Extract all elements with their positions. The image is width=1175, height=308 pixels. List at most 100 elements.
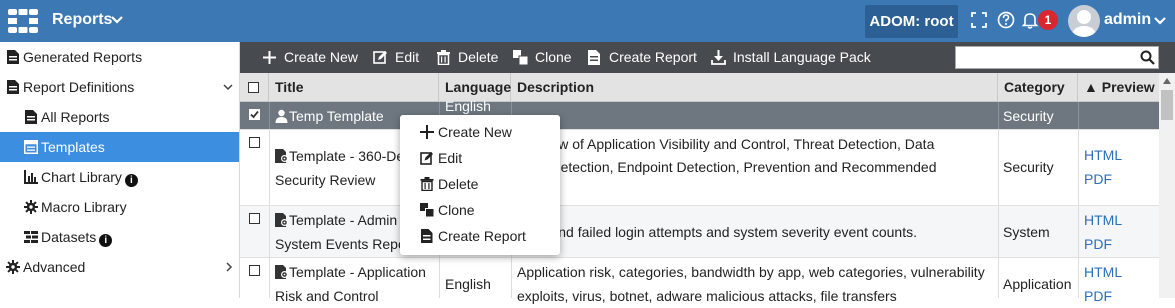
app-title[interactable]: Reports: [52, 11, 112, 29]
sidebar-item-generated-reports[interactable]: Generated Reports: [0, 42, 239, 72]
edit-label: Edit: [395, 49, 420, 65]
template-icon: [24, 140, 38, 154]
table-row[interactable]: Temp Template English Security: [240, 98, 1159, 130]
bell-icon[interactable]: [1021, 10, 1039, 30]
row-category: Application: [1003, 276, 1072, 292]
download-icon: [711, 50, 726, 65]
sidebar-item-datasets[interactable]: Datasets i: [0, 222, 239, 252]
user-menu[interactable]: admin: [1104, 11, 1151, 29]
sidebar-item-advanced[interactable]: Advanced: [0, 252, 239, 282]
sidebar-item-text: Datasets: [41, 229, 97, 245]
column-description[interactable]: Description: [511, 73, 998, 102]
search-icon[interactable]: [1140, 50, 1155, 65]
plus-icon: [263, 51, 276, 64]
sidebar-item-templates[interactable]: Templates: [0, 132, 239, 162]
sidebar-item-macro-library[interactable]: Macro Library: [0, 192, 239, 222]
info-icon[interactable]: i: [124, 174, 138, 187]
sidebar-item-label: Generated Reports: [23, 49, 143, 65]
column-category[interactable]: Category: [998, 73, 1078, 102]
chevron-down-icon[interactable]: [110, 13, 124, 27]
template-gear-icon: [275, 149, 288, 163]
sidebar-item-label: Templates: [41, 139, 105, 155]
top-bar: Reports ADOM: root 1 admin: [0, 0, 1175, 42]
preview-pdf-link[interactable]: PDF: [1084, 167, 1112, 191]
select-all-checkbox[interactable]: [248, 82, 259, 93]
row-description: login and failed login attempts and syst…: [517, 224, 917, 240]
sidebar-item-label: All Reports: [41, 109, 110, 125]
preview-html-link[interactable]: HTML: [1084, 143, 1122, 167]
chevron-down-icon[interactable]: [222, 82, 234, 92]
context-clone[interactable]: Clone: [400, 197, 560, 223]
column-preview[interactable]: ▲ Preview: [1078, 73, 1159, 102]
preview-pdf-link[interactable]: PDF: [1084, 284, 1112, 308]
clone-label: Clone: [535, 49, 572, 65]
context-item-label: Edit: [438, 150, 463, 166]
preview-pdf-link[interactable]: PDF: [1084, 232, 1112, 256]
info-icon[interactable]: i: [99, 234, 113, 247]
row-description-line1: Application risk, categories, bandwidth …: [517, 264, 985, 280]
row-checkbox[interactable]: [249, 109, 260, 120]
sidebar-item-label: Datasets i: [41, 222, 113, 252]
row-title-line1: Template - Application: [289, 264, 426, 280]
chevron-right-icon[interactable]: [224, 261, 234, 273]
sidebar-item-label: Chart Library i: [41, 162, 138, 192]
row-checkbox[interactable]: [249, 265, 260, 276]
template-gear-icon: [275, 213, 288, 227]
report-icon: [421, 229, 433, 243]
delete-label: Delete: [458, 49, 499, 65]
chevron-down-icon[interactable]: [1153, 14, 1167, 28]
chart-icon: [24, 170, 38, 184]
table-row[interactable]: Template - 360-De Security Review y revi…: [240, 130, 1159, 206]
context-delete[interactable]: Delete: [400, 171, 560, 197]
row-category: Security: [1003, 108, 1054, 124]
row-category: System: [1003, 224, 1050, 240]
context-item-label: Create Report: [438, 228, 526, 244]
table-row[interactable]: Template - Application Risk and Control …: [240, 258, 1159, 304]
report-icon: [588, 50, 600, 65]
row-checkbox[interactable]: [249, 137, 260, 148]
context-create-report[interactable]: Create Report: [400, 223, 560, 249]
sidebar-item-all-reports[interactable]: All Reports: [0, 102, 239, 132]
column-title[interactable]: Title: [269, 73, 439, 102]
report-icon: [7, 80, 19, 94]
row-description-line3: s.: [517, 178, 992, 202]
dataset-icon: [24, 231, 38, 243]
create-report-label: Create Report: [609, 49, 697, 65]
check-icon: [249, 110, 259, 118]
context-edit[interactable]: Edit: [400, 145, 560, 171]
user-avatar-icon: [1072, 10, 1096, 37]
context-create-new[interactable]: Create New: [400, 119, 560, 145]
preview-html-link[interactable]: HTML: [1084, 208, 1122, 232]
clone-icon: [513, 50, 528, 65]
avatar[interactable]: [1068, 5, 1100, 37]
help-icon[interactable]: [997, 10, 1015, 30]
row-language: English: [445, 276, 491, 292]
install-language-pack-label: Install Language Pack: [733, 49, 871, 65]
table-header: Title Language Description Category ▲ Pr…: [240, 73, 1159, 102]
plus-icon: [420, 125, 434, 139]
sidebar-item-chart-library[interactable]: Chart Library i: [0, 162, 239, 192]
row-checkbox[interactable]: [249, 213, 260, 224]
notification-badge[interactable]: 1: [1038, 10, 1058, 30]
table-row[interactable]: Template - Admin System Events Repo logi…: [240, 206, 1159, 258]
scrollbar-thumb[interactable]: [1161, 90, 1173, 120]
trash-icon: [420, 177, 434, 191]
create-new-label: Create New: [284, 49, 358, 65]
adom-selector[interactable]: ADOM: root: [865, 5, 958, 38]
fullscreen-icon[interactable]: [970, 10, 988, 30]
sidebar-item-report-definitions[interactable]: Report Definitions: [0, 72, 239, 102]
edit-icon: [373, 51, 387, 64]
select-all-cell[interactable]: [240, 73, 269, 102]
fortinet-logo-icon[interactable]: [8, 9, 38, 33]
row-description-line1: y review of Application Visibility and C…: [517, 136, 935, 152]
scroll-up-arrow-icon[interactable]: [1163, 78, 1171, 84]
sidebar: Generated Reports Report Definitions All…: [0, 42, 240, 298]
sidebar-item-label: Macro Library: [41, 199, 127, 215]
gear-icon: [24, 200, 38, 214]
report-icon: [7, 50, 19, 64]
preview-html-link[interactable]: HTML: [1084, 260, 1122, 284]
trash-icon: [437, 50, 450, 65]
context-item-label: Create New: [438, 124, 512, 140]
search-input[interactable]: [955, 46, 1159, 69]
sidebar-item-label: Advanced: [23, 259, 86, 275]
